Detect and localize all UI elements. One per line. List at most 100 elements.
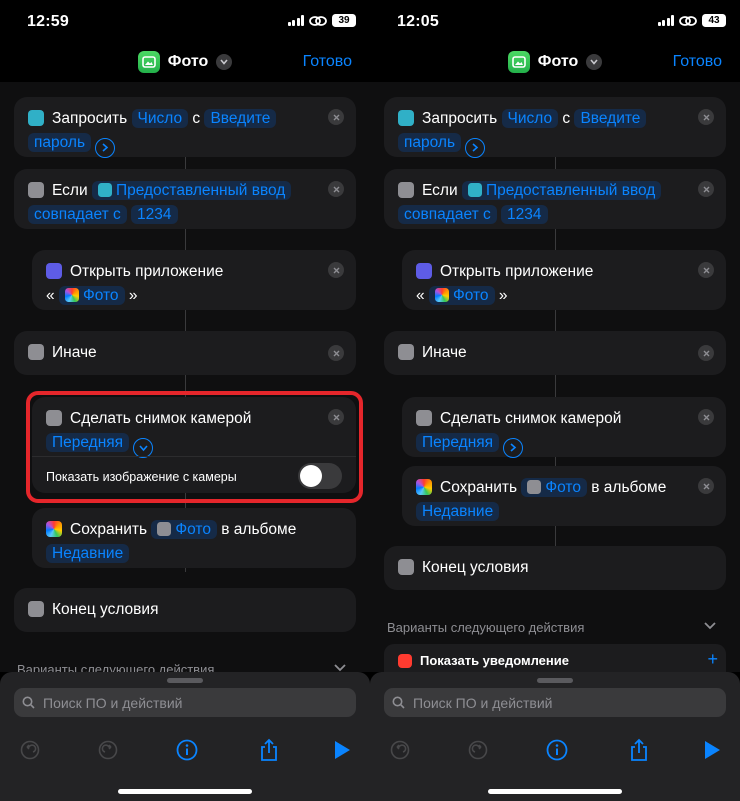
condition-token[interactable]: совпадает с xyxy=(398,205,497,224)
play-icon[interactable] xyxy=(698,736,726,764)
close-icon[interactable] xyxy=(698,109,714,125)
status-bar: 12:59 39 xyxy=(0,0,370,44)
share-icon[interactable] xyxy=(255,736,283,764)
sheet-grabber[interactable] xyxy=(167,678,203,683)
open-app-icon xyxy=(46,263,62,279)
undo-icon[interactable] xyxy=(386,736,414,764)
take-photo-action[interactable]: Сделать снимок камерой Передняя xyxy=(402,397,726,458)
camera-icon xyxy=(416,410,432,426)
close-icon[interactable] xyxy=(698,262,714,278)
with-label: с xyxy=(192,110,201,127)
app-token[interactable]: Фото xyxy=(428,286,495,305)
redo-icon[interactable] xyxy=(464,736,492,764)
photo-token[interactable]: Фото xyxy=(521,478,587,497)
if-action[interactable]: Если Предоставленный ввод совпадает с 12… xyxy=(14,169,356,229)
chevron-down-icon[interactable] xyxy=(704,622,716,630)
close-icon[interactable] xyxy=(698,181,714,197)
redo-icon[interactable] xyxy=(94,736,122,764)
if-icon xyxy=(28,182,44,198)
input-type-token[interactable]: Число xyxy=(501,109,559,128)
actions-sheet xyxy=(0,672,370,801)
close-icon[interactable] xyxy=(328,181,344,197)
open-app-action[interactable]: Открыть приложение « Фото » xyxy=(32,250,356,310)
otherwise-action[interactable]: Иначе xyxy=(14,331,356,375)
otherwise-action[interactable]: Иначе xyxy=(384,331,726,375)
ask-icon xyxy=(28,110,44,126)
undo-icon[interactable] xyxy=(16,736,44,764)
chevron-down-icon xyxy=(216,54,233,70)
chevron-right-icon[interactable] xyxy=(503,437,524,458)
input-token[interactable]: Предоставленный ввод xyxy=(461,181,662,200)
prompt-token-cont[interactable]: пароль xyxy=(28,133,92,152)
album-token[interactable]: Недавние xyxy=(416,502,500,521)
play-icon[interactable] xyxy=(328,736,356,764)
status-time: 12:05 xyxy=(397,13,439,30)
save-to-album-action[interactable]: Сохранить Фото в альбоме Недавние xyxy=(402,466,726,526)
action-label: Конец условия xyxy=(422,559,529,576)
quote-right: » xyxy=(498,287,508,304)
search-field[interactable] xyxy=(14,688,356,717)
input-type-token[interactable]: Число xyxy=(131,109,189,128)
right-screenshot: 12:05 43 Фото Готово Запросить Число с В… xyxy=(370,0,740,801)
app-token[interactable]: Фото xyxy=(58,286,125,305)
notification-icon xyxy=(398,654,412,668)
ask-icon xyxy=(467,183,482,197)
search-input[interactable] xyxy=(41,693,356,712)
end-if-action[interactable]: Конец условия xyxy=(384,546,726,590)
action-label: Сохранить xyxy=(440,479,518,496)
left-screenshot: 12:59 39 Фото Готово Запросить Число с В… xyxy=(0,0,370,801)
action-label: Иначе xyxy=(52,344,97,361)
info-icon[interactable] xyxy=(173,736,201,764)
plus-icon[interactable]: + xyxy=(707,647,718,671)
action-label: Иначе xyxy=(422,344,467,361)
prompt-token-cont[interactable]: пароль xyxy=(398,133,462,152)
suggestion-item[interactable]: Показать уведомление + xyxy=(384,644,726,672)
chevron-right-icon[interactable] xyxy=(95,137,116,158)
action-label: Конец условия xyxy=(52,601,159,618)
status-bar: 12:05 43 xyxy=(370,0,740,44)
sheet-grabber[interactable] xyxy=(537,678,573,683)
ask-for-input-action[interactable]: Запросить Число с Введите пароль xyxy=(14,97,356,158)
condition-token[interactable]: совпадает с xyxy=(28,205,127,224)
camera-token[interactable]: Передняя xyxy=(416,433,500,452)
bottom-toolbar xyxy=(370,730,740,770)
close-icon[interactable] xyxy=(328,262,344,278)
if-action[interactable]: Если Предоставленный ввод совпадает с 12… xyxy=(384,169,726,229)
photo-token[interactable]: Фото xyxy=(151,520,217,539)
done-button[interactable]: Готово xyxy=(673,53,722,71)
action-label: Запросить xyxy=(422,110,498,127)
in-album-label: в альбоме xyxy=(221,521,297,538)
album-token[interactable]: Недавние xyxy=(46,544,130,563)
share-icon[interactable] xyxy=(625,736,653,764)
value-token[interactable]: 1234 xyxy=(131,205,178,224)
close-icon[interactable] xyxy=(328,109,344,125)
battery-indicator: 43 xyxy=(702,14,726,27)
close-icon[interactable] xyxy=(328,345,344,361)
chevron-right-icon[interactable] xyxy=(465,137,486,158)
chevron-down-icon[interactable] xyxy=(334,664,346,672)
save-to-album-action[interactable]: Сохранить Фото в альбоме Недавние xyxy=(32,508,356,568)
close-icon[interactable] xyxy=(698,478,714,494)
input-token-label: Предоставленный ввод xyxy=(485,182,656,199)
shortcut-name: Фото xyxy=(167,53,209,70)
close-icon[interactable] xyxy=(698,409,714,425)
link-icon xyxy=(679,15,697,26)
photos-app-icon xyxy=(507,51,530,73)
action-label: Открыть приложение xyxy=(70,263,224,280)
done-button[interactable]: Готово xyxy=(303,53,352,71)
search-input[interactable] xyxy=(411,693,726,712)
quote-right: » xyxy=(128,287,138,304)
with-label: с xyxy=(562,110,571,127)
home-indicator xyxy=(118,789,252,794)
search-field[interactable] xyxy=(384,688,726,717)
actions-editor: Запросить Число с Введите пароль Если Пр… xyxy=(0,82,370,672)
end-if-action[interactable]: Конец условия xyxy=(14,588,356,632)
open-app-action[interactable]: Открыть приложение « Фото » xyxy=(402,250,726,310)
close-icon[interactable] xyxy=(698,345,714,361)
prompt-token[interactable]: Введите xyxy=(574,109,647,128)
prompt-token[interactable]: Введите xyxy=(204,109,277,128)
input-token[interactable]: Предоставленный ввод xyxy=(91,181,292,200)
info-icon[interactable] xyxy=(543,736,571,764)
value-token[interactable]: 1234 xyxy=(501,205,548,224)
ask-for-input-action[interactable]: Запросить Число с Введите пароль xyxy=(384,97,726,158)
